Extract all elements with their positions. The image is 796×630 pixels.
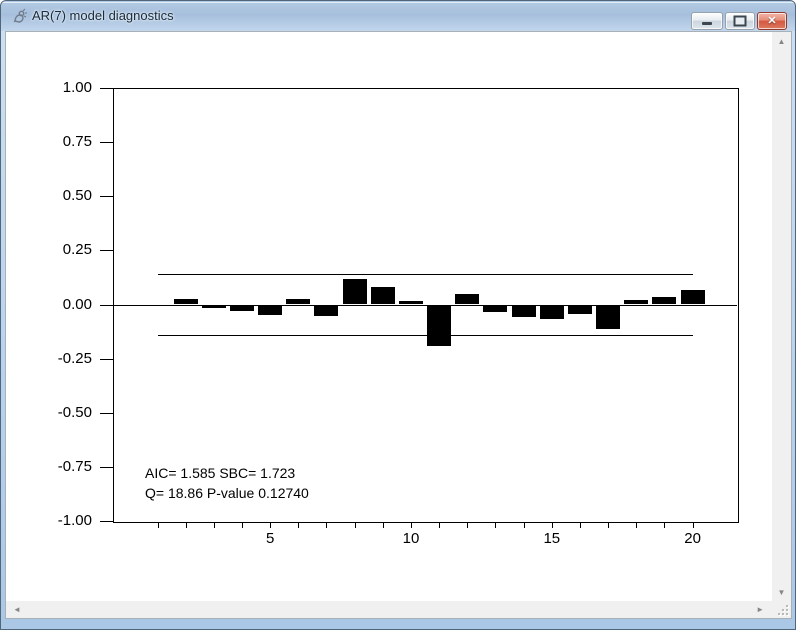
x-axis-tick bbox=[636, 522, 637, 528]
x-axis-tick bbox=[355, 522, 356, 528]
scrollbar-corner bbox=[772, 601, 791, 618]
acf-bar bbox=[540, 305, 564, 319]
scroll-right-icon[interactable]: ► bbox=[756, 606, 764, 614]
x-axis-tick bbox=[214, 522, 215, 528]
x-axis-tick bbox=[326, 522, 327, 528]
x-axis-tick bbox=[411, 522, 412, 528]
y-axis-tick bbox=[100, 305, 113, 306]
x-axis-tick bbox=[580, 522, 581, 528]
x-axis-tick bbox=[383, 522, 384, 528]
y-axis-tick-label: 1.00 bbox=[36, 79, 92, 96]
y-axis-tick-label: -0.75 bbox=[36, 458, 92, 475]
y-axis-tick-label: -1.00 bbox=[36, 512, 92, 529]
vertical-scrollbar[interactable]: ▲ ▼ bbox=[772, 32, 791, 603]
x-axis-tick bbox=[270, 522, 271, 528]
acf-bar bbox=[568, 305, 592, 315]
resize-grip-icon[interactable] bbox=[778, 605, 788, 615]
close-button[interactable]: ✕ bbox=[757, 12, 787, 30]
x-axis-tick-label: 5 bbox=[250, 530, 290, 547]
acf-bar bbox=[371, 287, 395, 304]
y-axis-tick bbox=[100, 88, 113, 89]
acf-bar bbox=[427, 305, 451, 346]
app-window: AR(7) model diagnostics ✕ AIC= 1.585 SBC… bbox=[0, 0, 796, 630]
scroll-down-icon[interactable]: ▼ bbox=[778, 589, 786, 597]
horizontal-scrollbar[interactable]: ◄ ► bbox=[6, 601, 774, 618]
x-axis-tick-label: 20 bbox=[673, 530, 713, 547]
y-axis-tick bbox=[100, 196, 113, 197]
x-axis-tick bbox=[524, 522, 525, 528]
x-axis-tick bbox=[158, 522, 159, 528]
acf-bar bbox=[258, 305, 282, 316]
y-axis-tick bbox=[100, 250, 113, 251]
window-title: AR(7) model diagnostics bbox=[32, 8, 174, 23]
x-axis-tick bbox=[664, 522, 665, 528]
x-axis-tick bbox=[298, 522, 299, 528]
x-axis-tick-label: 10 bbox=[391, 530, 431, 547]
chart-area: AIC= 1.585 SBC= 1.723 Q= 18.86 P-value 0… bbox=[6, 32, 773, 602]
acf-bar bbox=[652, 297, 676, 305]
app-icon bbox=[10, 8, 28, 26]
x-axis-tick bbox=[186, 522, 187, 528]
x-axis-tick bbox=[242, 522, 243, 528]
acf-bar bbox=[483, 305, 507, 313]
y-axis-tick-label: 0.50 bbox=[36, 187, 92, 204]
x-axis-tick bbox=[495, 522, 496, 528]
y-axis-tick bbox=[100, 142, 113, 143]
y-axis-tick-label: 0.00 bbox=[36, 296, 92, 313]
y-axis-tick bbox=[100, 359, 113, 360]
x-axis-tick bbox=[552, 522, 553, 528]
minimize-icon bbox=[702, 22, 712, 25]
y-axis-tick-label: -0.25 bbox=[36, 350, 92, 367]
acf-bar bbox=[343, 279, 367, 305]
acf-bar bbox=[202, 305, 226, 308]
restore-button[interactable] bbox=[725, 12, 755, 30]
x-axis-tick bbox=[693, 522, 694, 528]
scroll-left-icon[interactable]: ◄ bbox=[13, 606, 21, 614]
client-area: AIC= 1.585 SBC= 1.723 Q= 18.86 P-value 0… bbox=[5, 31, 792, 619]
acf-bar bbox=[624, 300, 648, 304]
acf-bar bbox=[174, 299, 198, 304]
acf-bar bbox=[230, 305, 254, 311]
window-controls: ✕ bbox=[691, 12, 787, 30]
scroll-up-icon[interactable]: ▲ bbox=[778, 38, 786, 46]
y-axis-tick bbox=[100, 467, 113, 468]
minimize-button[interactable] bbox=[691, 12, 723, 30]
y-axis-tick bbox=[100, 521, 113, 522]
acf-bar bbox=[314, 305, 338, 317]
acf-bar bbox=[286, 299, 310, 304]
x-axis-tick bbox=[608, 522, 609, 528]
acf-bar bbox=[512, 305, 536, 318]
close-icon: ✕ bbox=[758, 13, 786, 29]
restore-icon bbox=[734, 16, 747, 27]
acf-bar bbox=[596, 305, 620, 330]
title-bar[interactable]: AR(7) model diagnostics ✕ bbox=[1, 1, 795, 31]
y-axis-tick bbox=[100, 413, 113, 414]
x-axis-tick bbox=[467, 522, 468, 528]
y-axis-tick-label: 0.25 bbox=[36, 241, 92, 258]
y-axis-tick-label: 0.75 bbox=[36, 133, 92, 150]
acf-bar bbox=[399, 301, 423, 304]
confidence-band-upper bbox=[158, 274, 693, 275]
acf-bar bbox=[455, 294, 479, 305]
acf-bar bbox=[681, 290, 705, 304]
x-axis-tick bbox=[439, 522, 440, 528]
confidence-band-lower bbox=[158, 335, 693, 336]
x-axis-tick-label: 15 bbox=[532, 530, 572, 547]
y-axis-tick-label: -0.50 bbox=[36, 404, 92, 421]
